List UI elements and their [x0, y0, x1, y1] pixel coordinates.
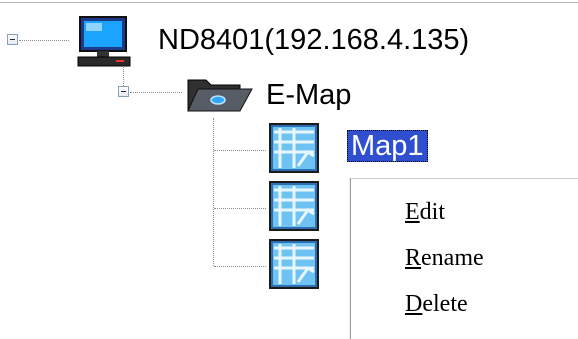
map-icon[interactable]	[268, 238, 320, 295]
tree-connector	[214, 208, 266, 209]
collapse-root-toggle[interactable]	[7, 34, 18, 45]
tree-label-emap[interactable]: E-Map	[266, 79, 351, 111]
menu-item-delete[interactable]: Delete	[405, 291, 468, 318]
map-icon[interactable]	[268, 180, 320, 237]
menu-item-rename[interactable]: Rename	[405, 245, 484, 272]
folder-icon	[186, 74, 254, 119]
menu-item-edit[interactable]: Edit	[405, 199, 445, 226]
top-border	[0, 2, 578, 3]
computer-icon	[72, 16, 144, 75]
map-icon[interactable]	[268, 122, 320, 179]
tree-connector	[214, 150, 266, 151]
tree-connector	[123, 66, 124, 86]
tree-connector	[19, 40, 69, 41]
tree-label-root[interactable]: ND8401(192.168.4.135)	[158, 24, 469, 56]
tree-label-map1[interactable]: Map1	[347, 130, 428, 162]
tree-connector	[130, 92, 182, 93]
context-menu: Edit Rename Delete	[350, 178, 578, 339]
tree-connector	[213, 118, 214, 266]
tree-connector	[214, 266, 266, 267]
collapse-emap-toggle[interactable]	[118, 86, 129, 97]
